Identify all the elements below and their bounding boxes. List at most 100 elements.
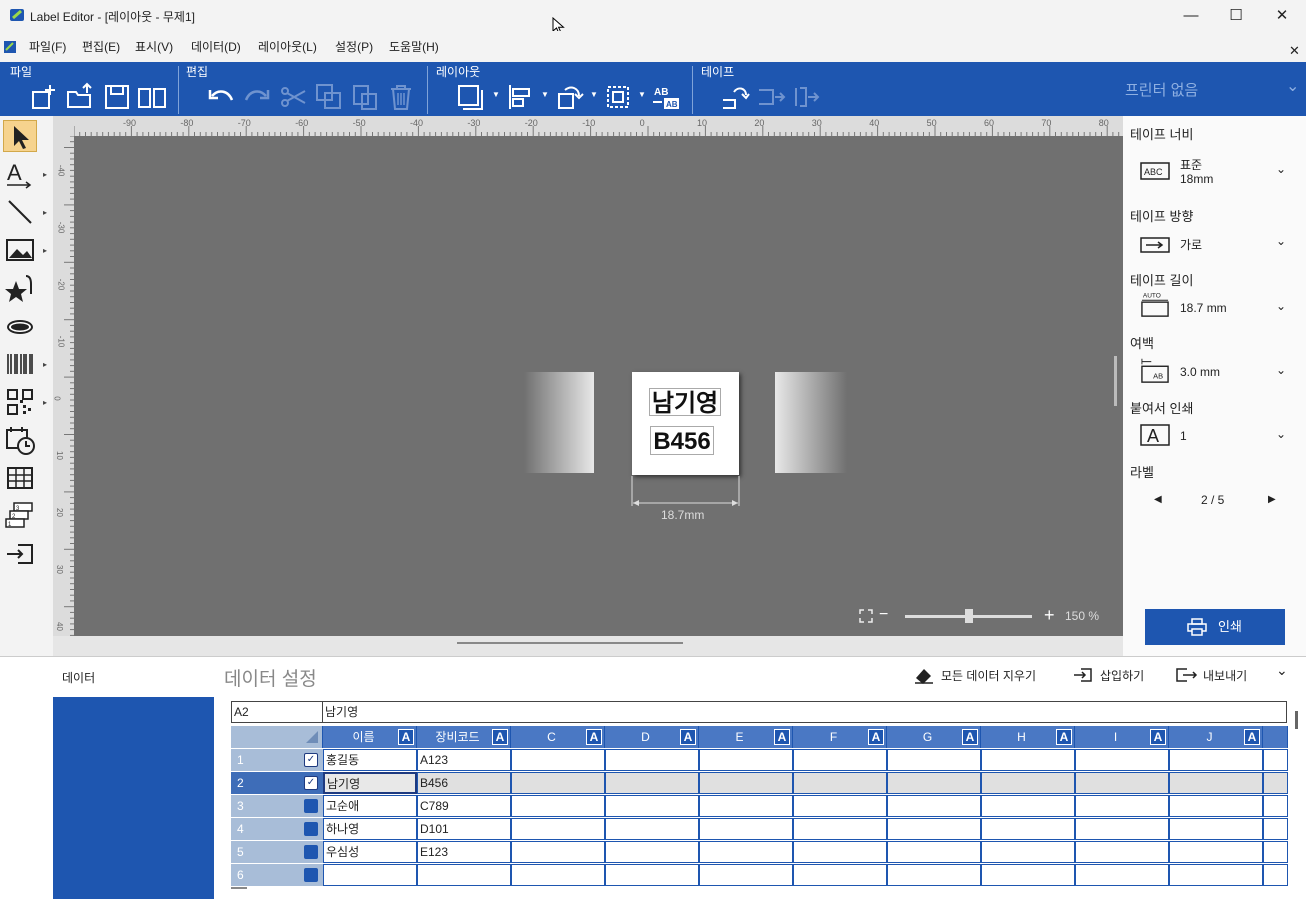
clipart-tool-icon[interactable] — [4, 273, 36, 305]
code-cell[interactable] — [417, 864, 511, 886]
row-header[interactable]: 4 — [231, 818, 323, 840]
text-tool-arrow-icon[interactable]: ▸ — [43, 170, 47, 179]
grid-cell[interactable] — [1263, 864, 1288, 886]
column-type-badge[interactable]: A — [680, 729, 696, 745]
row-header[interactable]: 2 ✓ — [231, 772, 323, 794]
zoom-in-button[interactable]: + — [1044, 605, 1055, 626]
grid-cell[interactable] — [981, 795, 1075, 817]
chain-print-chevron-icon[interactable]: ⌄ — [1276, 427, 1286, 441]
grid-cell[interactable] — [1075, 772, 1169, 794]
grid-cell[interactable] — [1075, 841, 1169, 863]
tape-direction-value[interactable]: 가로 — [1180, 236, 1202, 253]
menu-help[interactable]: 도움말(H) — [389, 38, 439, 55]
qrcode-tool-arrow-icon[interactable]: ▸ — [43, 398, 47, 407]
row-checkbox[interactable]: ✓ — [304, 776, 318, 790]
grid-cell[interactable] — [605, 749, 699, 771]
menu-edit[interactable]: 편집(E) — [82, 38, 120, 55]
doc-close-button[interactable]: ✕ — [1289, 43, 1300, 59]
vertical-scrollbar[interactable] — [1114, 356, 1117, 406]
grid-cell[interactable] — [511, 772, 605, 794]
tape-cut-icon[interactable] — [756, 82, 786, 112]
menu-view[interactable]: 표시(V) — [135, 38, 173, 55]
grid-cell[interactable] — [981, 772, 1075, 794]
code-cell[interactable]: C789 — [417, 795, 511, 817]
row-checkbox[interactable] — [304, 845, 318, 859]
tape-width-value-size[interactable]: 18mm — [1180, 172, 1213, 186]
image-tool-arrow-icon[interactable]: ▸ — [43, 246, 47, 255]
column-header[interactable]: JA — [1169, 726, 1263, 748]
grid-cell[interactable] — [699, 818, 793, 840]
tape-direction-chevron-icon[interactable]: ⌄ — [1276, 234, 1286, 248]
text-tool-icon[interactable]: A — [4, 158, 36, 190]
grid-cell[interactable] — [1169, 749, 1263, 771]
column-header[interactable]: GA — [887, 726, 981, 748]
printer-select[interactable]: 프린터 없음 — [1125, 79, 1198, 100]
grid-cell[interactable] — [1169, 841, 1263, 863]
menu-layout[interactable]: 레이아웃(L) — [258, 38, 317, 55]
margin-value[interactable]: 3.0 mm — [1180, 365, 1220, 379]
column-type-badge[interactable]: A — [586, 729, 602, 745]
barcode-tool-icon[interactable] — [4, 348, 36, 380]
row-header[interactable]: 6 — [231, 864, 323, 886]
grid-cell[interactable] — [1169, 864, 1263, 886]
column-type-badge[interactable]: A — [1150, 729, 1166, 745]
margin-chevron-icon[interactable]: ⌄ — [1276, 363, 1286, 377]
column-type-badge[interactable]: A — [1244, 729, 1260, 745]
code-cell[interactable]: E123 — [417, 841, 511, 863]
insert-data-button[interactable]: 삽입하기 — [1100, 667, 1144, 684]
code-cell[interactable]: B456 — [417, 772, 511, 794]
line-tool-icon[interactable] — [4, 196, 36, 228]
column-type-badge[interactable]: A — [868, 729, 884, 745]
redo-icon[interactable] — [242, 82, 272, 112]
save-icon[interactable] — [102, 82, 132, 112]
label-text-name[interactable]: 남기영 — [649, 388, 721, 417]
grid-cell[interactable] — [1075, 818, 1169, 840]
clear-all-data-button[interactable]: 모든 데이터 지우기 — [941, 667, 1036, 684]
grid-cell[interactable] — [981, 749, 1075, 771]
maximize-button[interactable]: ☐ — [1213, 0, 1259, 31]
name-cell[interactable]: 하나영 — [323, 818, 417, 840]
paste-icon[interactable] — [350, 82, 380, 112]
code-cell[interactable]: A123 — [417, 749, 511, 771]
grid-cell[interactable] — [1263, 818, 1288, 840]
grid-cell[interactable] — [1263, 795, 1288, 817]
column-header[interactable]: FA — [793, 726, 887, 748]
tape-length-chevron-icon[interactable]: ⌄ — [1276, 299, 1286, 313]
book-icon[interactable] — [137, 82, 167, 112]
grid-cell[interactable] — [1263, 841, 1288, 863]
select-tool-icon[interactable] — [5, 121, 37, 153]
grid-corner[interactable] — [231, 726, 323, 748]
grid-cell[interactable] — [887, 864, 981, 886]
grid-cell[interactable] — [605, 864, 699, 886]
grid-cell[interactable] — [511, 864, 605, 886]
export-icon[interactable] — [1176, 666, 1198, 684]
table-tool-icon[interactable] — [4, 462, 36, 494]
menu-settings[interactable]: 설정(P) — [335, 38, 373, 55]
grid-cell[interactable] — [887, 841, 981, 863]
rotate-icon[interactable] — [555, 82, 585, 112]
column-type-badge[interactable]: A — [492, 729, 508, 745]
insert-field-tool-icon[interactable] — [4, 538, 36, 570]
shape-tool-icon[interactable] — [4, 311, 36, 343]
row-checkbox[interactable] — [304, 822, 318, 836]
text-fit-icon[interactable]: AB AB — [651, 82, 681, 112]
zoom-out-button[interactable]: − — [879, 606, 888, 624]
grid-cell[interactable] — [1263, 749, 1288, 771]
column-header[interactable]: DA — [605, 726, 699, 748]
grid-cell[interactable] — [793, 749, 887, 771]
grid-cell[interactable] — [511, 749, 605, 771]
column-header[interactable]: IA — [1075, 726, 1169, 748]
row-header[interactable]: 3 — [231, 795, 323, 817]
row-checkbox[interactable] — [304, 799, 318, 813]
grid-cell[interactable] — [511, 841, 605, 863]
qrcode-tool-icon[interactable] — [4, 386, 36, 418]
grid-cell[interactable] — [1075, 864, 1169, 886]
column-header[interactable]: 이름 A — [323, 726, 417, 748]
row-checkbox[interactable]: ✓ — [304, 753, 318, 767]
group-dropdown-icon[interactable]: ▼ — [638, 90, 646, 99]
export-data-button[interactable]: 내보내기 — [1203, 667, 1247, 684]
grid-cell[interactable] — [699, 841, 793, 863]
name-cell[interactable]: 고순애 — [323, 795, 417, 817]
row-header[interactable]: 1 ✓ — [231, 749, 323, 771]
chain-print-value[interactable]: 1 — [1180, 429, 1187, 443]
